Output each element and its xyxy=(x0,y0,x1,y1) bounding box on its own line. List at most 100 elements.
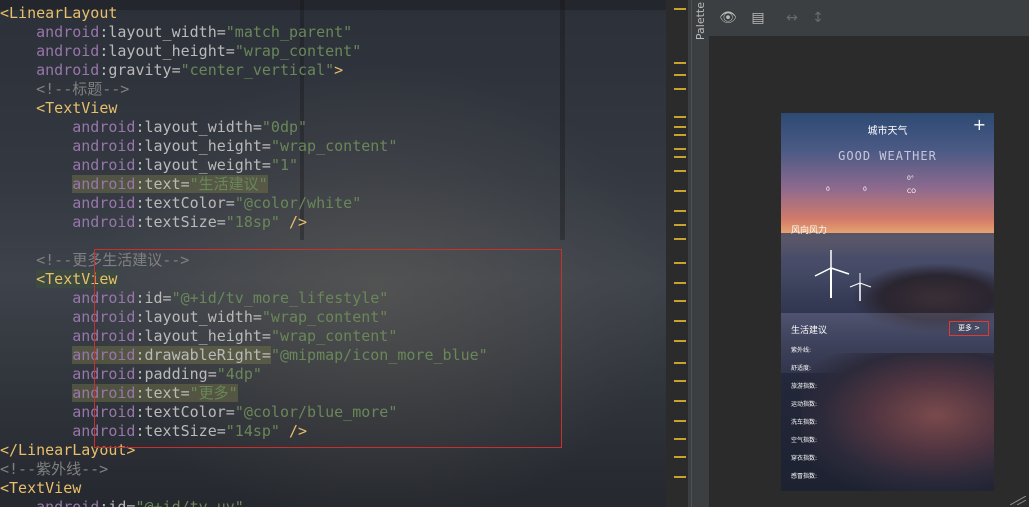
comfort-label: 舒适度: xyxy=(791,365,812,372)
cold-label: 感冒指数: xyxy=(791,473,818,480)
sport-label: 运动指数: xyxy=(791,401,818,408)
gutter-marker[interactable] xyxy=(674,362,686,364)
code-token: android xyxy=(72,175,136,193)
gutter-marker[interactable] xyxy=(674,134,686,136)
temp-value: 0 xyxy=(826,186,830,193)
code-token: android xyxy=(36,61,100,79)
palette-strip[interactable]: Palette xyxy=(691,0,710,507)
gutter-marker[interactable] xyxy=(674,126,686,128)
code-token: android xyxy=(36,23,100,41)
gutter-marker[interactable] xyxy=(674,282,686,284)
gutter-marker[interactable] xyxy=(674,190,686,192)
code-token: android xyxy=(36,498,100,507)
gutter-marker[interactable] xyxy=(674,400,686,402)
editor-gutter-marks[interactable] xyxy=(666,0,688,507)
code-line[interactable]: <TextView xyxy=(0,479,488,498)
code-line[interactable]: android:gravity="center_vertical"> xyxy=(0,61,488,80)
code-line[interactable]: <!--标题--> xyxy=(0,80,488,99)
gutter-marker[interactable] xyxy=(674,456,686,458)
gutter-marker[interactable] xyxy=(674,380,686,382)
code-line[interactable]: <LinearLayout xyxy=(0,4,488,23)
gutter-marker[interactable] xyxy=(674,262,686,264)
code-line[interactable]: android:textColor="@color/white" xyxy=(0,194,488,213)
code-line[interactable]: <!--紫外线--> xyxy=(0,460,488,479)
code-token: android xyxy=(72,213,136,231)
code-line[interactable]: android:text="生活建议" xyxy=(0,175,488,194)
code-token: android xyxy=(72,137,136,155)
code-line[interactable]: android:textSize="18sp" /> xyxy=(0,213,488,232)
gutter-marker[interactable] xyxy=(674,420,686,422)
gutter-marker[interactable] xyxy=(674,210,686,212)
dressing-label: 穿衣指数: xyxy=(791,455,818,462)
code-token: :text= xyxy=(135,175,190,193)
palette-tab[interactable]: Palette xyxy=(694,2,708,40)
gutter-marker[interactable] xyxy=(674,476,686,478)
gutter-marker[interactable] xyxy=(674,148,686,150)
vertical-arrows-icon[interactable]: ↕ xyxy=(809,10,827,26)
decor-rocks xyxy=(801,353,994,491)
code-editor[interactable]: <LinearLayout android:layout_width="matc… xyxy=(0,0,688,507)
code-line[interactable]: android:layout_weight="1" xyxy=(0,156,488,175)
gutter-marker[interactable] xyxy=(674,340,686,342)
code-token: :layout_width= xyxy=(99,23,226,41)
code-line[interactable]: android:layout_width="match_parent" xyxy=(0,23,488,42)
carwash-label: 洗车指数: xyxy=(791,419,818,426)
gutter-marker[interactable] xyxy=(674,8,686,10)
code-token: <!--紫外线--> xyxy=(0,460,109,478)
gutter-marker[interactable] xyxy=(674,224,686,226)
code-token: :gravity= xyxy=(99,61,181,79)
code-token: <TextView xyxy=(36,99,118,117)
highlight-box xyxy=(94,249,562,448)
code-line[interactable]: android:layout_height="wrap_content" xyxy=(0,137,488,156)
code-line[interactable]: android:id="@+id/tv_uv" xyxy=(0,498,488,507)
gutter-marker[interactable] xyxy=(674,238,686,240)
horizontal-arrows-icon[interactable]: ↔ xyxy=(783,10,801,26)
code-token: :layout_height= xyxy=(99,42,235,60)
code-token: "match_parent" xyxy=(225,23,353,41)
gutter-marker[interactable] xyxy=(674,300,686,302)
wind-label: 风向风力 xyxy=(791,226,828,236)
code-token: :layout_weight= xyxy=(135,156,271,174)
eye-icon[interactable]: 👁 xyxy=(719,10,737,26)
gutter-marker[interactable] xyxy=(674,320,686,322)
code-token: "1" xyxy=(270,156,299,174)
gutter-marker[interactable] xyxy=(674,170,686,172)
code-token: :layout_width= xyxy=(135,118,262,136)
air-value: CO xyxy=(907,188,916,195)
code-token: > xyxy=(334,61,344,79)
gutter-marker[interactable] xyxy=(674,438,686,440)
code-line[interactable]: <TextView xyxy=(0,99,488,118)
resize-handle-icon[interactable] xyxy=(1010,496,1026,505)
add-city-icon[interactable]: + xyxy=(973,117,986,133)
gutter-marker[interactable] xyxy=(674,116,686,118)
gutter-marker[interactable] xyxy=(674,74,686,76)
decor-frame xyxy=(560,0,565,240)
code-token: "wrap_content" xyxy=(234,42,362,60)
code-line[interactable]: android:layout_width="0dp" xyxy=(0,118,488,137)
gutter-marker[interactable] xyxy=(674,88,686,90)
more-lifestyle-button[interactable]: 更多 > xyxy=(949,321,989,336)
gutter-marker[interactable] xyxy=(674,156,686,158)
phone-preview: 城市天气 + GOOD WEATHER 0 0 0° CO 风向风力 生活建议 … xyxy=(781,113,994,491)
layers-icon[interactable]: ▤ xyxy=(749,10,767,26)
wind-turbine-small-icon xyxy=(849,273,872,301)
travel-label: 旅游指数: xyxy=(791,383,818,390)
code-token: "生活建议" xyxy=(189,175,268,193)
code-token: <TextView xyxy=(0,479,82,497)
code-token: /> xyxy=(279,213,308,231)
code-line[interactable]: android:layout_height="wrap_content" xyxy=(0,42,488,61)
gutter-marker[interactable] xyxy=(674,62,686,64)
air-label: 空气指数: xyxy=(791,437,818,444)
